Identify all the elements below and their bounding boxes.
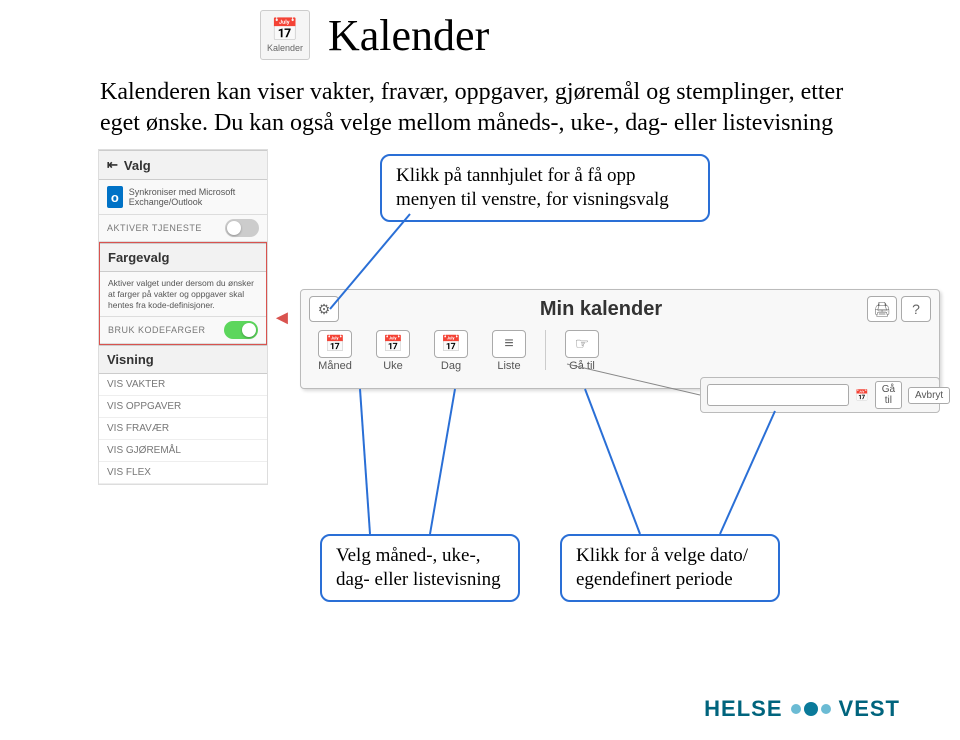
- bruk-kodefarger-row: BRUK KODEFARGER: [100, 317, 266, 344]
- tab-maned[interactable]: 📅 Måned: [309, 330, 361, 372]
- vis-vakter[interactable]: VIS VAKTER: [99, 374, 267, 396]
- cancel-button[interactable]: Avbryt: [908, 387, 950, 404]
- calendar-icon: 📅: [271, 17, 298, 43]
- list-icon: ≡: [492, 330, 526, 358]
- outlook-icon: o: [107, 186, 123, 208]
- goto-icon: ☞: [565, 330, 599, 358]
- help-icon: ?: [912, 301, 920, 317]
- help-button[interactable]: ?: [901, 296, 931, 322]
- calendar-icon: 📅: [434, 330, 468, 358]
- gear-icon: ⚙: [318, 301, 331, 318]
- vis-flex[interactable]: VIS FLEX: [99, 462, 267, 484]
- goto-popup: 📅 Gå til Avbryt: [700, 377, 940, 413]
- helse-vest-logo: HELSE VEST: [704, 696, 900, 722]
- fargevalg-description: Aktiver valget under dersom du ønsker at…: [100, 272, 266, 317]
- toolbar-title: Min kalender: [339, 298, 863, 321]
- red-arrow-icon: ◄: [272, 307, 292, 330]
- logo-part1: HELSE: [704, 696, 782, 722]
- calendar-icon: 📅: [318, 330, 352, 358]
- calendar-icon: 📅: [376, 330, 410, 358]
- print-icon: 🖨: [873, 301, 891, 318]
- calendar-icon-label: Kalender: [267, 43, 303, 53]
- vis-fravaer[interactable]: VIS FRAVÆR: [99, 418, 267, 440]
- gear-button[interactable]: ⚙: [309, 296, 339, 322]
- goto-date-input[interactable]: [707, 384, 849, 406]
- callout-viewtabs: Velg måned-, uke-, dag- eller listevisni…: [320, 534, 520, 602]
- tab-uke[interactable]: 📅 Uke: [367, 330, 419, 372]
- page-title: Kalender: [328, 10, 489, 61]
- callout-gear: Klikk på tannhjulet for å få opp menyen …: [380, 154, 710, 222]
- calendar-app-icon: 📅 Kalender: [260, 10, 310, 60]
- collapse-icon[interactable]: ⇤: [107, 157, 118, 173]
- logo-dots: [791, 702, 831, 716]
- aktiver-tjeneste-toggle[interactable]: [225, 219, 259, 237]
- valg-sidebar: ⇤ Valg o Synkroniser med Microsoft Excha…: [98, 149, 268, 485]
- tab-liste[interactable]: ≡ Liste: [483, 330, 535, 372]
- callout-goto: Klikk for å velge dato/ egendefinert per…: [560, 534, 780, 602]
- logo-part2: VEST: [839, 696, 900, 722]
- calendar-picker-icon[interactable]: 📅: [855, 389, 869, 402]
- sync-text: Synkroniser med Microsoft Exchange/Outlo…: [129, 187, 259, 209]
- vis-gjoremaal[interactable]: VIS GJØREMÅL: [99, 440, 267, 462]
- aktiver-tjeneste-row: AKTIVER TJENESTE: [99, 215, 267, 242]
- sync-block[interactable]: o Synkroniser med Microsoft Exchange/Out…: [99, 180, 267, 215]
- calendar-toolbar: ⚙ Min kalender 🖨 ? 📅 Måned 📅 Uke 📅 Dag ≡…: [300, 289, 940, 389]
- tab-dag[interactable]: 📅 Dag: [425, 330, 477, 372]
- fargevalg-section: Fargevalg Aktiver valget under dersom du…: [99, 242, 267, 345]
- bruk-kodefarger-toggle[interactable]: [224, 321, 258, 339]
- valg-title: Valg: [124, 158, 151, 173]
- fargevalg-title: Fargevalg: [100, 243, 266, 272]
- print-button[interactable]: 🖨: [867, 296, 897, 322]
- tab-gatil[interactable]: ☞ Gå til: [556, 330, 608, 372]
- goto-button[interactable]: Gå til: [875, 381, 902, 409]
- intro-paragraph: Kalenderen kan viser vakter, fravær, opp…: [0, 61, 960, 149]
- visning-title: Visning: [99, 345, 267, 374]
- separator: [545, 330, 546, 370]
- vis-oppgaver[interactable]: VIS OPPGAVER: [99, 396, 267, 418]
